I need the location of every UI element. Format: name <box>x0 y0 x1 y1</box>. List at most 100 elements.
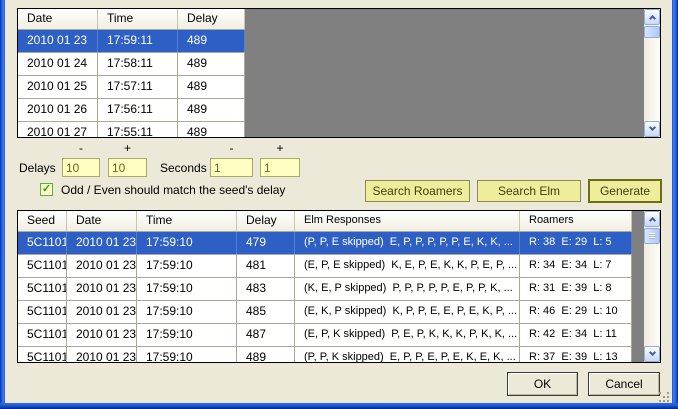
scrollbar-thumb[interactable] <box>644 228 660 244</box>
checkmark-icon: ✓ <box>42 183 51 195</box>
results-table-header: Seed Date Time Delay Elm Responses Roame… <box>18 211 632 232</box>
scrollbar-thumb[interactable] <box>644 26 660 38</box>
cell-delay: 489 <box>237 347 295 362</box>
seconds-minus-input[interactable] <box>210 158 253 177</box>
cell-delay: 479 <box>237 232 295 254</box>
table-row[interactable]: 5C1101F3 2010 01 23 17:59:10 489 (P, P, … <box>18 347 632 362</box>
header-date[interactable]: Date <box>67 211 137 231</box>
table-row[interactable]: 2010 01 24 17:58:11 489 <box>18 53 245 76</box>
cell-time: 17:59:10 <box>137 301 237 323</box>
cancel-button[interactable]: Cancel <box>588 372 660 396</box>
seconds-label: Seconds <box>160 161 207 175</box>
cell-date: 2010 01 27 <box>18 122 98 137</box>
empty-area <box>245 9 644 137</box>
cell-delay: 489 <box>178 122 245 137</box>
delays-table-columns: Date Time Delay 2010 01 23 17:59:11 489 … <box>18 9 245 137</box>
seconds-plus-input[interactable] <box>260 158 300 177</box>
cell-roamers: R: 37 E: 39 L: 13 <box>520 347 632 362</box>
scroll-up-button[interactable] <box>644 211 660 227</box>
header-seed[interactable]: Seed <box>18 211 67 231</box>
ok-button[interactable]: OK <box>507 372 578 396</box>
cell-time: 17:59:10 <box>137 255 237 277</box>
header-time[interactable]: Time <box>137 211 237 231</box>
table-row[interactable]: 2010 01 23 17:59:11 489 <box>18 30 245 53</box>
cell-seed: 5C1101E9 <box>18 232 67 254</box>
cell-time: 17:57:11 <box>98 76 178 98</box>
results-table-columns: Seed Date Time Delay Elm Responses Roame… <box>18 211 632 362</box>
cell-time: 17:55:11 <box>98 122 178 137</box>
delays-minus-input[interactable] <box>62 158 100 177</box>
cell-seed: 5C1101EB <box>18 255 67 277</box>
table-row[interactable]: 2010 01 27 17:55:11 489 <box>18 122 245 137</box>
cell-seed: 5C1101ED <box>18 278 67 300</box>
search-roamers-button[interactable]: Search Roamers <box>365 180 470 202</box>
header-roamers[interactable]: Roamers <box>520 211 632 231</box>
header-elm-responses[interactable]: Elm Responses <box>295 211 520 231</box>
window-border-bottom <box>0 403 678 409</box>
cell-time: 17:59:11 <box>98 30 178 52</box>
table-row[interactable]: 5C1101E9 2010 01 23 17:59:10 479 (P, P, … <box>18 232 632 255</box>
thumb-grip-icon <box>649 233 655 239</box>
cell-delay: 489 <box>178 76 245 98</box>
delays-label: Delays <box>19 161 56 175</box>
cell-date: 2010 01 23 <box>18 30 98 52</box>
cell-time: 17:59:10 <box>137 278 237 300</box>
table-row[interactable]: 5C1101ED 2010 01 23 17:59:10 483 (K, E, … <box>18 278 632 301</box>
header-delay[interactable]: Delay <box>178 9 245 29</box>
cell-elm-responses: (K, E, P skipped) P, P, P, P, P, E, P, P… <box>295 278 520 300</box>
cell-roamers: R: 46 E: 29 L: 10 <box>520 301 632 323</box>
cell-delay: 485 <box>237 301 295 323</box>
cell-elm-responses: (E, P, K skipped) P, E, P, K, K, K, P, K… <box>295 324 520 346</box>
header-time[interactable]: Time <box>98 9 178 29</box>
scroll-down-button[interactable] <box>644 121 660 137</box>
cell-time: 17:56:11 <box>98 99 178 121</box>
chevron-down-icon <box>649 349 656 356</box>
delays-plus-sign: + <box>108 141 147 155</box>
generate-button[interactable]: Generate <box>588 179 662 203</box>
cell-seed: 5C1101EF <box>18 301 67 323</box>
seconds-plus-sign: + <box>260 141 300 155</box>
table-row[interactable]: 5C1101EF 2010 01 23 17:59:10 485 (E, K, … <box>18 301 632 324</box>
header-delay[interactable]: Delay <box>237 211 295 231</box>
cell-delay: 481 <box>237 255 295 277</box>
vertical-scrollbar[interactable] <box>644 9 660 137</box>
cell-time: 17:58:11 <box>98 53 178 75</box>
cell-elm-responses: (E, P, E skipped) K, E, P, E, K, K, P, E… <box>295 255 520 277</box>
odd-even-checkbox-label: Odd / Even should match the seed's delay <box>61 183 285 197</box>
delays-table: Date Time Delay 2010 01 23 17:59:11 489 … <box>17 8 661 138</box>
cell-date: 2010 01 23 <box>67 301 137 323</box>
scroll-down-button[interactable] <box>644 346 660 362</box>
table-row[interactable]: 2010 01 26 17:56:11 489 <box>18 99 245 122</box>
cell-roamers: R: 38 E: 29 L: 5 <box>520 232 632 254</box>
cell-date: 2010 01 25 <box>18 76 98 98</box>
cell-date: 2010 01 23 <box>67 324 137 346</box>
cell-roamers: R: 42 E: 34 L: 11 <box>520 324 632 346</box>
scroll-up-button[interactable] <box>644 9 660 25</box>
odd-even-checkbox[interactable]: ✓ <box>40 183 53 196</box>
cell-time: 17:59:10 <box>137 232 237 254</box>
window-border-right <box>672 0 678 409</box>
cell-delay: 489 <box>178 30 245 52</box>
cell-delay: 487 <box>237 324 295 346</box>
results-table: Seed Date Time Delay Elm Responses Roame… <box>17 210 661 363</box>
table-row[interactable]: 5C1101EB 2010 01 23 17:59:10 481 (E, P, … <box>18 255 632 278</box>
header-date[interactable]: Date <box>18 9 98 29</box>
resize-grip[interactable] <box>659 392 661 394</box>
vertical-scrollbar[interactable] <box>644 211 660 362</box>
chevron-up-icon <box>649 15 656 22</box>
table-row[interactable]: 5C1101F1 2010 01 23 17:59:10 487 (E, P, … <box>18 324 632 347</box>
delays-minus-sign: - <box>62 141 100 155</box>
cell-roamers: R: 34 E: 34 L: 7 <box>520 255 632 277</box>
table-row[interactable]: 2010 01 25 17:57:11 489 <box>18 76 245 99</box>
search-elm-button[interactable]: Search Elm <box>477 180 581 202</box>
cell-elm-responses: (P, P, E skipped) E, P, P, P, P, P, E, K… <box>295 232 520 254</box>
delays-plus-input[interactable] <box>108 158 147 177</box>
cell-date: 2010 01 26 <box>18 99 98 121</box>
cell-time: 17:59:10 <box>137 324 237 346</box>
chevron-up-icon <box>649 217 656 224</box>
cell-delay: 489 <box>178 53 245 75</box>
cell-seed: 5C1101F1 <box>18 324 67 346</box>
chevron-down-icon <box>649 124 656 131</box>
dialog-window: Date Time Delay 2010 01 23 17:59:11 489 … <box>0 0 678 409</box>
cell-delay: 483 <box>237 278 295 300</box>
